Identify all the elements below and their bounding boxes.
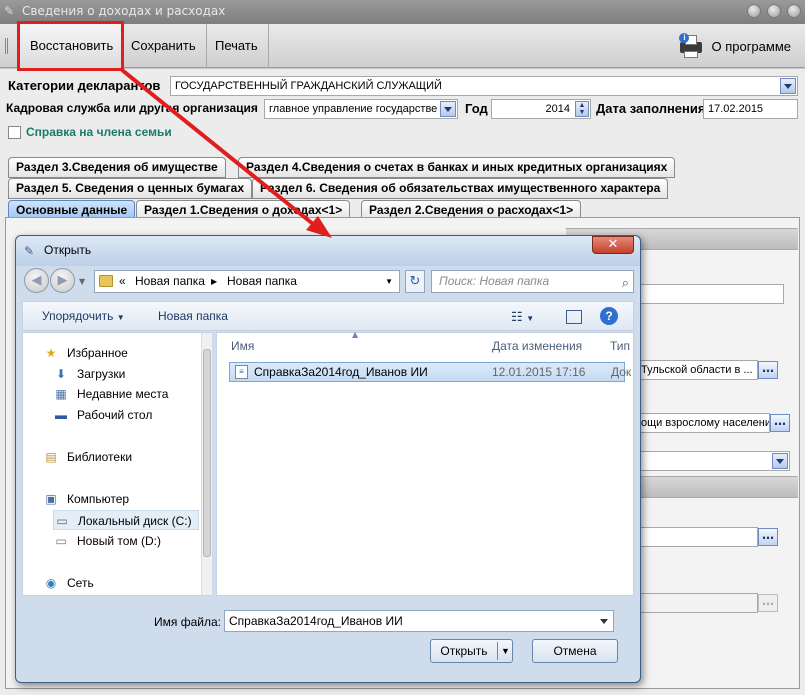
annotation-arrow [120,68,332,238]
